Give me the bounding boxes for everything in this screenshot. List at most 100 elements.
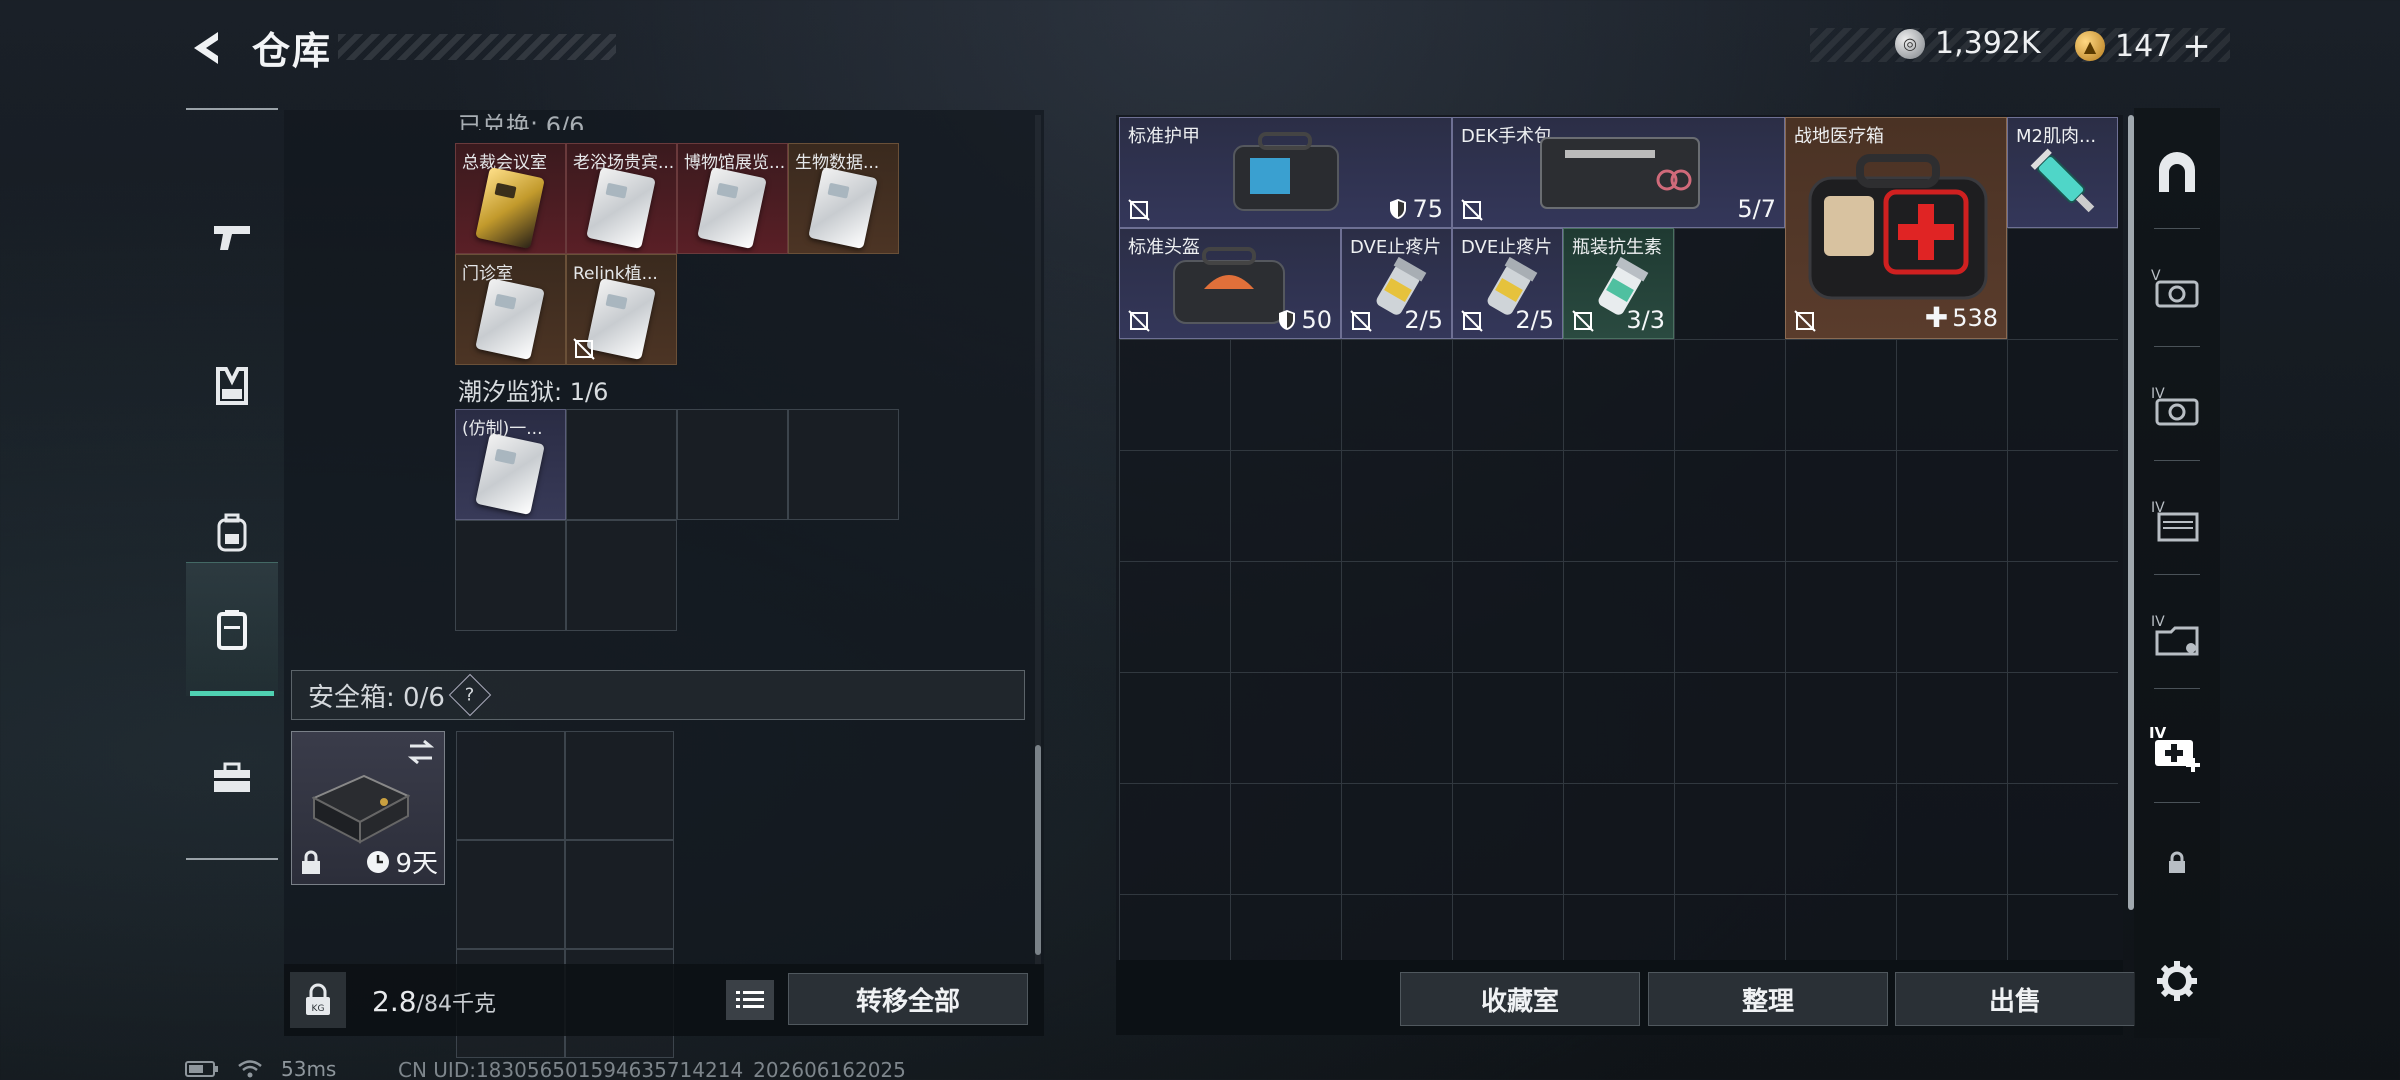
- no-insure-icon: [1572, 310, 1594, 332]
- item-field-medkit[interactable]: 战地医疗箱 ✚ 538: [1785, 117, 2007, 339]
- help-icon[interactable]: ?: [448, 673, 492, 717]
- section-redeemed-label: 已兑换: 6/6: [458, 112, 585, 130]
- settings-button[interactable]: [2134, 926, 2220, 1036]
- tier-iv-gear-icon: IV: [2151, 614, 2199, 656]
- filter-all[interactable]: [2134, 118, 2220, 228]
- collection-room-button[interactable]: 收藏室: [1400, 972, 1640, 1026]
- no-insure-icon: [1461, 199, 1483, 221]
- keycard-slot[interactable]: (仿制)一...: [455, 409, 566, 520]
- no-insure-icon: [1350, 310, 1372, 332]
- padlock-icon: KG: [306, 983, 330, 1015]
- nav-item-case[interactable]: [186, 562, 278, 696]
- nav-item-armor[interactable]: [186, 326, 278, 446]
- keycard-slot[interactable]: 门诊室: [455, 254, 566, 365]
- left-category-nav: [186, 108, 278, 860]
- arch-icon: [2159, 152, 2195, 192]
- no-insure-icon: [573, 338, 595, 360]
- pistol-icon: [214, 226, 250, 250]
- transfer-all-button[interactable]: 转移全部: [788, 973, 1028, 1025]
- list-view-button[interactable]: [726, 980, 774, 1020]
- filter-tier-iv-weapon[interactable]: IV: [2134, 352, 2220, 462]
- durability: 75: [1388, 195, 1443, 223]
- status-bar: 53ms: [185, 1057, 336, 1080]
- backpack-icon: [217, 513, 247, 552]
- keycard-icon: [475, 166, 545, 250]
- item-standard-helmet[interactable]: 标准头盔 50: [1119, 228, 1341, 339]
- empty-slot[interactable]: [677, 409, 788, 520]
- add-gold-icon[interactable]: +: [2182, 26, 2211, 66]
- empty-slot[interactable]: [566, 409, 677, 520]
- keycard-slot[interactable]: 总裁会议室: [455, 143, 566, 254]
- empty-slot[interactable]: [565, 731, 674, 840]
- keycard-icon: [808, 166, 878, 250]
- silver-coin-icon: ◎: [1895, 28, 1925, 59]
- sort-button[interactable]: 整理: [1648, 972, 1888, 1026]
- safe-box-image: [311, 774, 411, 844]
- weight-lock-button[interactable]: KG: [290, 972, 346, 1028]
- item-uses: 5/7: [1737, 195, 1776, 223]
- item-m2-muscle-stim[interactable]: M2肌肉...: [2007, 117, 2118, 228]
- left-scrollbar[interactable]: [1035, 115, 1041, 965]
- nav-divider: [186, 858, 278, 860]
- plus-icon: ✚: [1924, 301, 1949, 334]
- right-filter-nav: V IV IV IV IV: [2134, 108, 2220, 1038]
- medkit-hp: ✚ 538: [1924, 301, 1998, 334]
- gear-icon: [2157, 961, 2197, 1001]
- armor-bag-image: [1233, 132, 1339, 211]
- ping-value: 53ms: [281, 1057, 337, 1080]
- wifi-icon: [238, 1060, 262, 1078]
- nav-divider: [186, 108, 278, 110]
- empty-slot[interactable]: [455, 520, 566, 631]
- keycard-icon: [586, 166, 656, 250]
- keycard-grid: 总裁会议室 老浴场贵宾... 博物馆展览... 生物数据... 门诊室 Reli…: [455, 143, 899, 365]
- keycard-slot[interactable]: 生物数据...: [788, 143, 899, 254]
- empty-slot[interactable]: [566, 520, 677, 631]
- svg-text:IV: IV: [2151, 614, 2165, 630]
- no-insure-icon: [1461, 310, 1483, 332]
- lock-icon: [2169, 851, 2185, 873]
- page-title: 仓库: [252, 29, 333, 73]
- empty-slot[interactable]: [565, 840, 674, 949]
- gold-currency[interactable]: ▲ 147 +: [2075, 26, 2211, 66]
- battery-icon: [185, 1061, 218, 1077]
- nav-item-weapons[interactable]: [186, 178, 278, 298]
- no-insure-icon: [1794, 310, 1816, 332]
- weight-display: 2.8/84千克: [372, 985, 496, 1018]
- durability: 50: [1277, 306, 1332, 334]
- filter-tier-iv-medical[interactable]: IV: [2134, 694, 2220, 804]
- filter-tier-iv-gear[interactable]: IV: [2134, 580, 2220, 690]
- medkit-image: [1808, 154, 1988, 300]
- swap-icon[interactable]: [406, 738, 436, 766]
- back-button[interactable]: [180, 24, 236, 72]
- shield-icon: [1390, 199, 1407, 219]
- empty-slot[interactable]: [456, 840, 565, 949]
- item-dve-painkiller[interactable]: DVE止疼片 2/5: [1341, 228, 1452, 339]
- empty-slot[interactable]: [456, 731, 565, 840]
- item-standard-armor[interactable]: 标准护甲 75: [1119, 117, 1452, 228]
- empty-slot[interactable]: [788, 409, 899, 520]
- filter-locked[interactable]: [2134, 808, 2220, 918]
- user-uid: CN UID:183056501594635714214_20260616202…: [398, 1058, 906, 1080]
- case-icon: [217, 609, 247, 650]
- safe-box-header: 安全箱: 0/6 ?: [291, 670, 1025, 720]
- item-bottled-antibiotics[interactable]: 瓶装抗生素 3/3: [1563, 228, 1674, 339]
- title-decoration: [338, 34, 616, 60]
- item-dve-painkiller[interactable]: DVE止疼片 2/5: [1452, 228, 1563, 339]
- keycard-slot[interactable]: 老浴场贵宾...: [566, 143, 677, 254]
- sell-button[interactable]: 出售: [1895, 972, 2135, 1026]
- keycard-slot[interactable]: 博物馆展览...: [677, 143, 788, 254]
- item-uses: 2/5: [1404, 306, 1443, 334]
- filter-tier-v-weapon[interactable]: V: [2134, 234, 2220, 344]
- safe-box-item[interactable]: 9天: [291, 731, 445, 885]
- item-dek-surgery-kit[interactable]: DEK手术包 5/7: [1452, 117, 1785, 228]
- nav-item-toolbox[interactable]: [186, 718, 278, 838]
- vest-icon: [216, 367, 248, 405]
- silver-amount: 1,392K: [1935, 26, 2041, 61]
- helmet-bag-image: [1173, 247, 1285, 324]
- scroll-thumb[interactable]: [1035, 745, 1041, 955]
- prison-card-grid: (仿制)一...: [455, 409, 899, 631]
- silver-currency: ◎ 1,392K: [1895, 26, 2041, 61]
- keycard-slot[interactable]: Relink植...: [566, 254, 677, 365]
- back-arrow-icon: [194, 32, 218, 64]
- filter-tier-iv-ammo[interactable]: IV: [2134, 466, 2220, 576]
